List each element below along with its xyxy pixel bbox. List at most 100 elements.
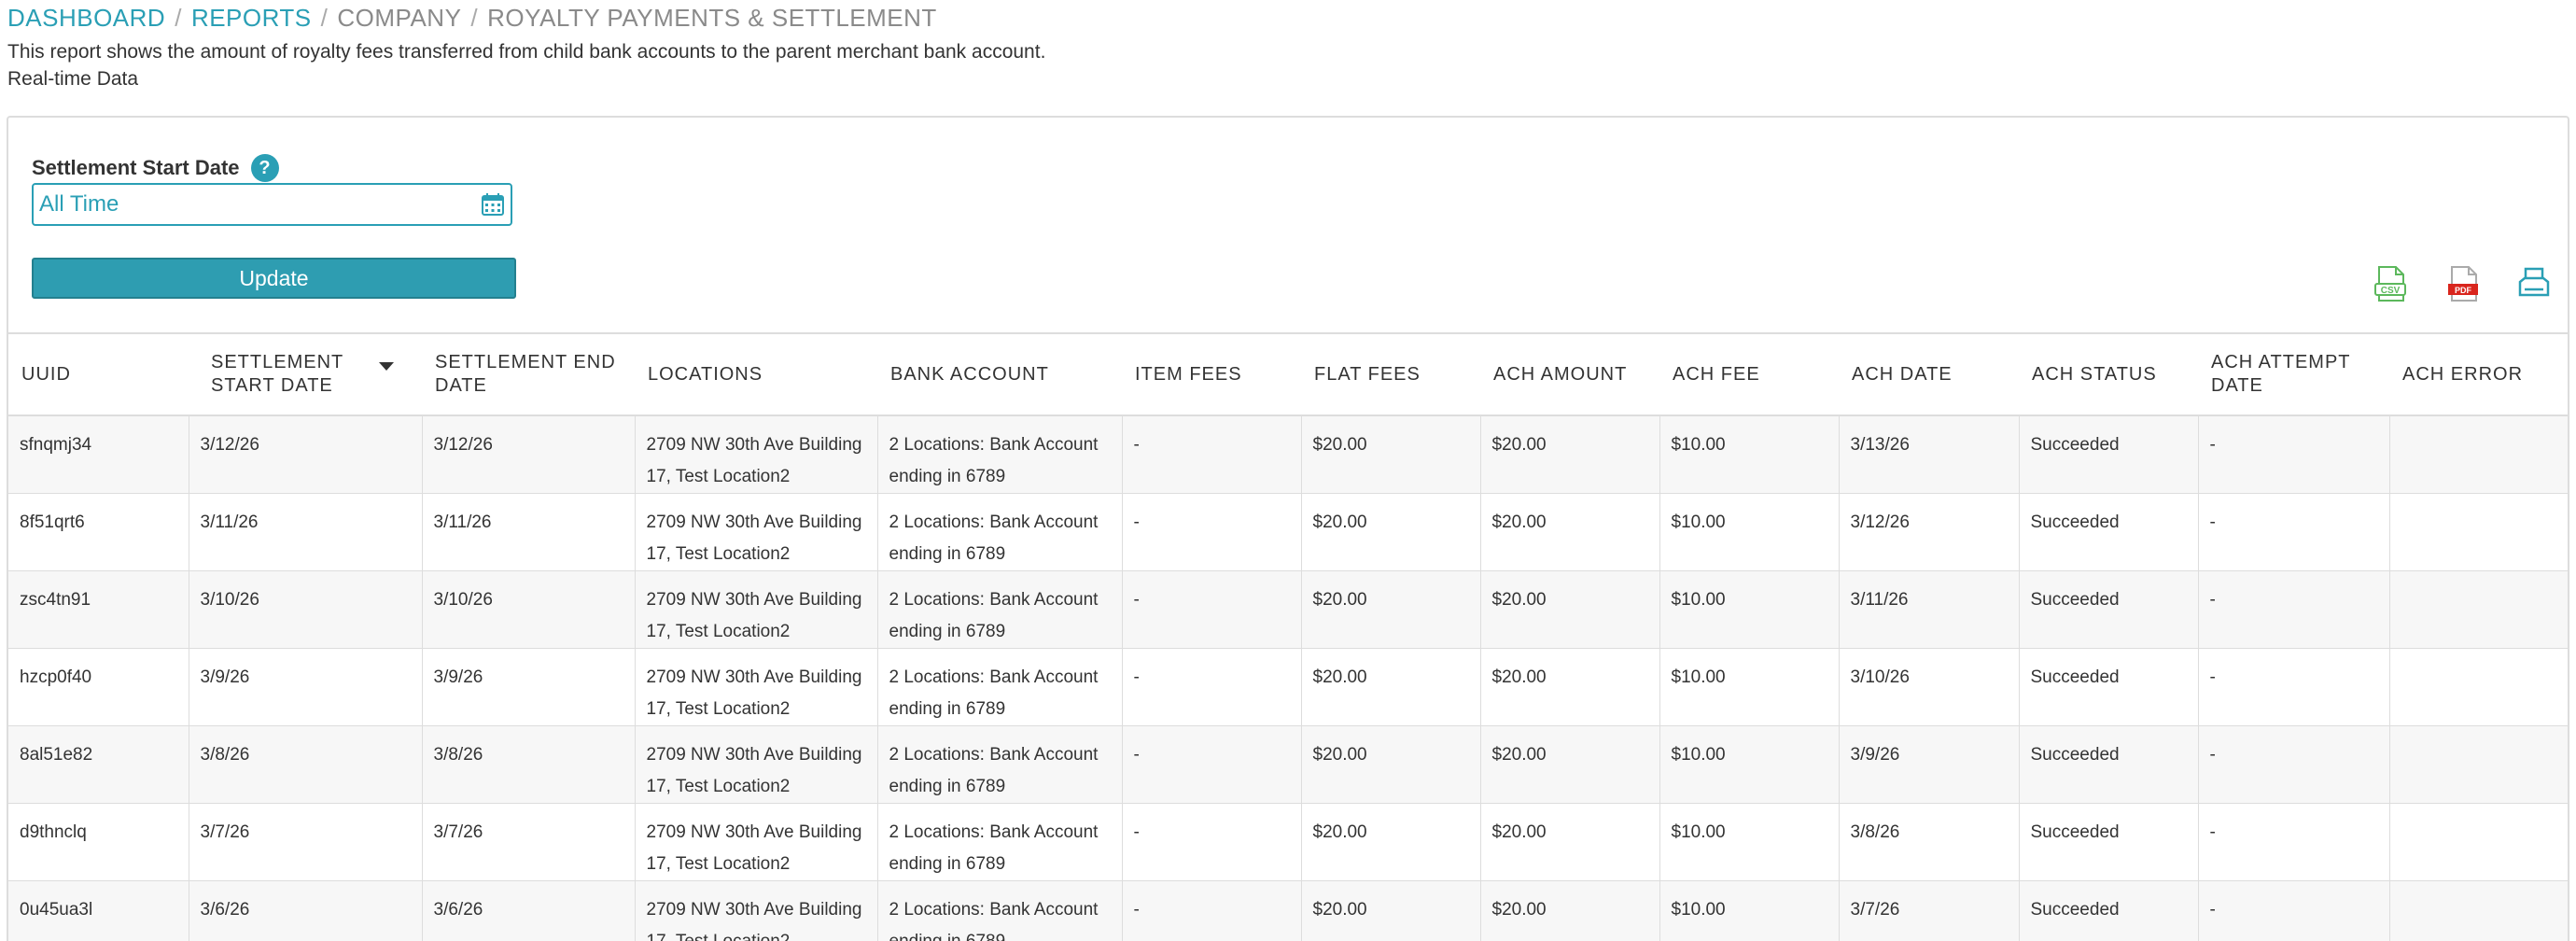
column-header[interactable]: LOCATIONS [635, 332, 877, 416]
settlement-end-date-cell: 3/9/26 [422, 648, 636, 726]
breadcrumb-dashboard[interactable]: DASHBOARD [7, 4, 165, 33]
settlement-end-date-cell: 3/7/26 [422, 803, 636, 881]
ach-error-cell [2389, 570, 2568, 649]
uuid-cell: d9thnclq [8, 803, 189, 881]
locations-cell: 2709 NW 30th Ave Building 17, Test Locat… [635, 648, 878, 726]
table-row[interactable]: 8f51qrt6 3/11/26 3/11/26 2709 NW 30th Ave B… [8, 493, 2568, 571]
item-fees-cell: - [1122, 493, 1302, 571]
ach-attempt-date-cell: - [2198, 648, 2390, 726]
settlement-start-date-input[interactable] [39, 187, 469, 222]
ach-status-cell: Succeeded [2019, 415, 2199, 494]
ach-status-cell: Succeeded [2019, 880, 2199, 941]
ach-amount-cell: $20.00 [1480, 415, 1660, 494]
pdf-export-icon[interactable]: PDF [2444, 265, 2482, 302]
breadcrumb-separator: / [175, 3, 182, 32]
table-row[interactable]: sfnqmj34 3/12/26 3/12/26 2709 NW 30th Ave B… [8, 415, 2568, 494]
column-header[interactable]: ACH STATUS [2019, 332, 2198, 416]
settlement-start-date-label: Settlement Start Date [32, 156, 240, 179]
help-icon[interactable]: ? [250, 154, 279, 182]
column-header[interactable]: UUID [8, 332, 189, 416]
ach-date-cell: 3/10/26 [1839, 648, 2020, 726]
ach-status-cell: Succeeded [2019, 725, 2199, 804]
table-header-row: UUID SETTLEMENT START DATE SETTLEMENT EN… [8, 332, 2568, 416]
settlement-start-date-cell: 3/10/26 [189, 570, 423, 649]
ach-error-cell [2389, 493, 2568, 571]
locations-cell: 2709 NW 30th Ave Building 17, Test Locat… [635, 570, 878, 649]
settlement-start-date-filter: Settlement Start Date ? [32, 151, 279, 185]
column-header[interactable]: ACH DATE [1839, 332, 2019, 416]
settlement-start-date-cell: 3/7/26 [189, 803, 423, 881]
settlement-end-date-cell: 3/6/26 [422, 880, 636, 941]
sort-desc-icon [379, 362, 394, 371]
ach-date-cell: 3/11/26 [1839, 570, 2020, 649]
settlement-end-date-cell: 3/12/26 [422, 415, 636, 494]
calendar-icon[interactable] [481, 192, 505, 217]
flat-fees-cell: $20.00 [1301, 803, 1481, 881]
ach-fee-cell: $10.00 [1659, 415, 1840, 494]
locations-cell: 2709 NW 30th Ave Building 17, Test Locat… [635, 725, 878, 804]
bank-account-cell: 2 Locations: Bank Account ending in 6789 [877, 803, 1123, 881]
column-header[interactable]: SETTLEMENT END DATE [422, 332, 635, 416]
column-header[interactable]: BANK ACCOUNT [877, 332, 1122, 416]
column-header-sorted[interactable]: SETTLEMENT START DATE [189, 332, 422, 416]
column-header[interactable]: ITEM FEES [1122, 332, 1301, 416]
ach-attempt-date-cell: - [2198, 725, 2390, 804]
locations-cell: 2709 NW 30th Ave Building 17, Test Locat… [635, 493, 878, 571]
settlement-end-date-cell: 3/11/26 [422, 493, 636, 571]
csv-export-icon[interactable]: CSV [2372, 265, 2409, 302]
locations-cell: 2709 NW 30th Ave Building 17, Test Locat… [635, 415, 878, 494]
data-mode-label: Real-time Data [7, 68, 139, 90]
uuid-cell: zsc4tn91 [8, 570, 189, 649]
locations-cell: 2709 NW 30th Ave Building 17, Test Locat… [635, 880, 878, 941]
settlement-start-date-field[interactable] [32, 183, 512, 226]
ach-status-cell: Succeeded [2019, 803, 2199, 881]
ach-fee-cell: $10.00 [1659, 570, 1840, 649]
ach-error-cell [2389, 648, 2568, 726]
ach-amount-cell: $20.00 [1480, 493, 1660, 571]
flat-fees-cell: $20.00 [1301, 880, 1481, 941]
table-row[interactable]: 0u45ua3l 3/6/26 3/6/26 2709 NW 30th Ave Bui… [8, 880, 2568, 941]
ach-amount-cell: $20.00 [1480, 880, 1660, 941]
column-header[interactable]: FLAT FEES [1301, 332, 1480, 416]
breadcrumb-current-page: ROYALTY PAYMENTS & SETTLEMENT [487, 3, 937, 32]
bank-account-cell: 2 Locations: Bank Account ending in 6789 [877, 880, 1123, 941]
ach-fee-cell: $10.00 [1659, 880, 1840, 941]
settlement-end-date-cell: 3/8/26 [422, 725, 636, 804]
flat-fees-cell: $20.00 [1301, 648, 1481, 726]
item-fees-cell: - [1122, 415, 1302, 494]
column-header[interactable]: ACH AMOUNT [1480, 332, 1659, 416]
item-fees-cell: - [1122, 880, 1302, 941]
ach-error-cell [2389, 880, 2568, 941]
settlement-end-date-cell: 3/10/26 [422, 570, 636, 649]
table-body: sfnqmj34 3/12/26 3/12/26 2709 NW 30th Ave B… [8, 415, 2568, 941]
locations-cell: 2709 NW 30th Ave Building 17, Test Locat… [635, 803, 878, 881]
settlement-start-date-cell: 3/6/26 [189, 880, 423, 941]
settlement-start-date-cell: 3/8/26 [189, 725, 423, 804]
update-button[interactable]: Update [32, 258, 516, 299]
ach-error-cell [2389, 725, 2568, 804]
breadcrumb-reports[interactable]: REPORTS [191, 4, 312, 33]
item-fees-cell: - [1122, 803, 1302, 881]
breadcrumb: DASHBOARD / REPORTS / COMPANY / ROYALTY … [7, 2, 937, 34]
column-header[interactable]: ACH ERROR [2389, 332, 2568, 416]
print-icon[interactable] [2515, 265, 2553, 302]
ach-date-cell: 3/12/26 [1839, 493, 2020, 571]
table-row[interactable]: hzcp0f40 3/9/26 3/9/26 2709 NW 30th Ave Bui… [8, 648, 2568, 726]
ach-attempt-date-cell: - [2198, 493, 2390, 571]
uuid-cell: 8al51e82 [8, 725, 189, 804]
column-header[interactable]: ACH ATTEMPT DATE [2198, 332, 2389, 416]
ach-fee-cell: $10.00 [1659, 493, 1840, 571]
ach-attempt-date-cell: - [2198, 880, 2390, 941]
bank-account-cell: 2 Locations: Bank Account ending in 6789 [877, 415, 1123, 494]
flat-fees-cell: $20.00 [1301, 570, 1481, 649]
uuid-cell: 0u45ua3l [8, 880, 189, 941]
item-fees-cell: - [1122, 648, 1302, 726]
table-row[interactable]: d9thnclq 3/7/26 3/7/26 2709 NW 30th Ave Bui… [8, 803, 2568, 881]
column-header[interactable]: ACH FEE [1659, 332, 1839, 416]
table-row[interactable]: 8al51e82 3/8/26 3/8/26 2709 NW 30th Ave Bui… [8, 725, 2568, 804]
ach-fee-cell: $10.00 [1659, 725, 1840, 804]
bank-account-cell: 2 Locations: Bank Account ending in 6789 [877, 648, 1123, 726]
settlement-start-date-cell: 3/12/26 [189, 415, 423, 494]
ach-attempt-date-cell: - [2198, 803, 2390, 881]
table-row[interactable]: zsc4tn91 3/10/26 3/10/26 2709 NW 30th Ave B… [8, 570, 2568, 649]
